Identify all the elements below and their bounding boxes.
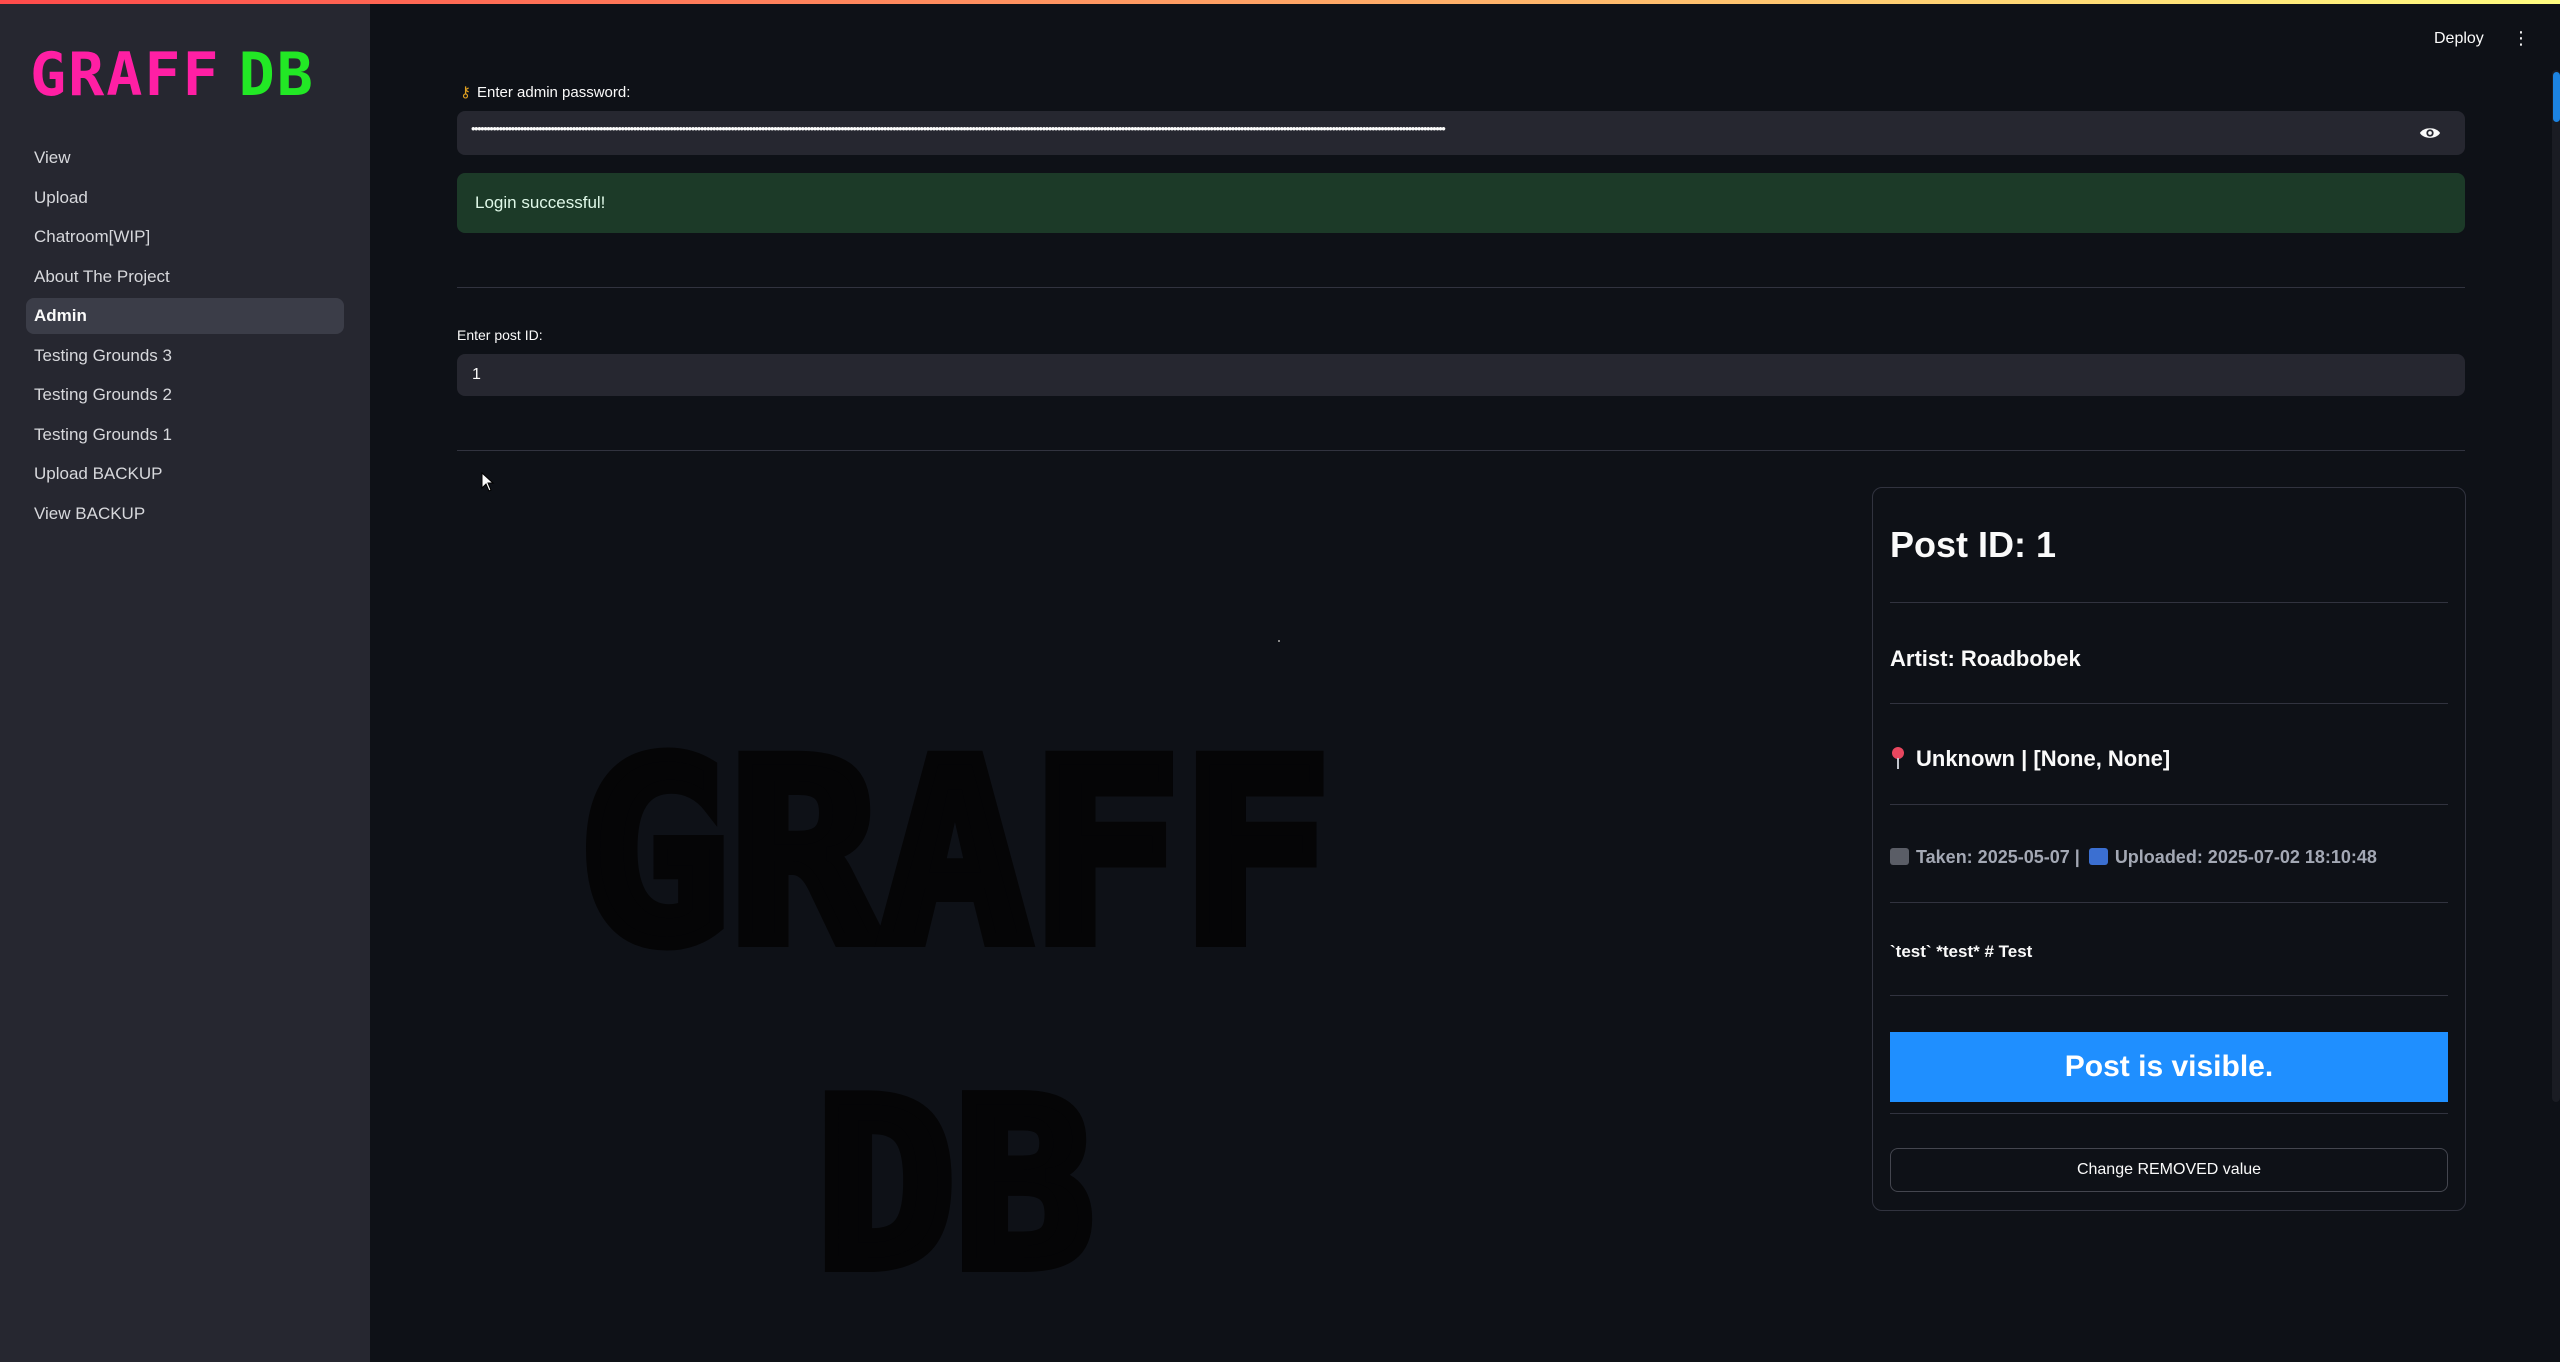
divider (1890, 995, 2448, 996)
post-description: `test` *test* # Test (1890, 942, 2033, 961)
divider (1890, 902, 2448, 903)
divider (1890, 602, 2448, 603)
sidebar-item-testing-grounds-2[interactable]: Testing Grounds 2 (26, 377, 344, 413)
divider (457, 287, 2465, 288)
post-taken-date: Taken: 2025-05-07 | (1916, 847, 2080, 867)
sidebar-item-upload[interactable]: Upload (26, 180, 344, 216)
sidebar-item-about[interactable]: About The Project (26, 259, 344, 295)
sidebar-item-admin[interactable]: Admin (26, 298, 344, 334)
password-value: ••••••••••••••••••••••••••••••••••••••••… (471, 121, 1446, 136)
post-image: GRAFF DB (572, 701, 1339, 1280)
sidebar-item-chatroom[interactable]: Chatroom[WIP] (26, 219, 344, 255)
sidebar-nav: View Upload Chatroom[WIP] About The Proj… (26, 140, 344, 535)
mouse-cursor-icon (481, 472, 495, 492)
post-id-label: Enter post ID: (457, 327, 543, 343)
kebab-menu-icon[interactable]: ⋮ (2512, 29, 2530, 49)
post-image-text-line2: DB (817, 1053, 1094, 1280)
logo-part-graff: GRAFF (30, 40, 221, 110)
password-label-text: Enter admin password: (477, 84, 631, 101)
divider (457, 450, 2465, 451)
sidebar: GRAFF DB View Upload Chatroom[WIP] About … (0, 4, 370, 1362)
change-removed-value-button[interactable]: Change REMOVED value (1890, 1148, 2448, 1192)
logo-part-db: DB (238, 40, 315, 110)
post-location: Unknown | [None, None] (1890, 746, 2170, 772)
password-input[interactable]: ••••••••••••••••••••••••••••••••••••••••… (457, 111, 2465, 155)
scrollbar[interactable] (2552, 70, 2560, 1102)
sidebar-item-testing-grounds-3[interactable]: Testing Grounds 3 (26, 338, 344, 374)
app-logo: GRAFF DB (30, 44, 315, 106)
password-label: ⚷ Enter admin password: (460, 83, 630, 101)
post-uploaded-date: Uploaded: 2025-07-02 18:10:48 (2114, 847, 2377, 867)
sidebar-item-view[interactable]: View (26, 140, 344, 176)
sidebar-item-testing-grounds-1[interactable]: Testing Grounds 1 (26, 417, 344, 453)
post-image-text-line1: GRAFF (579, 708, 1332, 999)
sidebar-item-upload-backup[interactable]: Upload BACKUP (26, 456, 344, 492)
post-visible-status-banner: Post is visible. (1890, 1032, 2448, 1102)
post-id-value: 1 (472, 366, 481, 383)
deploy-button[interactable]: Deploy (2434, 30, 2484, 48)
post-artist: Artist: Roadbobek (1890, 646, 2081, 671)
post-details-card: Post ID: 1 Artist: Roadbobek Unknown | [… (1872, 487, 2466, 1211)
post-id-input[interactable]: 1 (457, 354, 2465, 396)
post-dates: Taken: 2025-05-07 | Uploaded: 2025-07-02… (1890, 847, 2377, 868)
post-title: Post ID: 1 (1890, 524, 2057, 565)
divider (1890, 703, 2448, 704)
success-alert: Login successful! (457, 173, 2465, 233)
divider (1890, 1113, 2448, 1114)
divider (1890, 804, 2448, 805)
success-message: Login successful! (475, 193, 606, 212)
image-speck (1278, 640, 1280, 642)
sidebar-item-view-backup[interactable]: View BACKUP (26, 496, 344, 532)
scrollbar-thumb[interactable] (2553, 72, 2560, 122)
upload-arrow-icon (2088, 848, 2108, 865)
post-location-text: Unknown | [None, None] (1916, 746, 2171, 771)
top-decoration-line (0, 0, 2560, 4)
pushpin-icon (1892, 747, 1904, 769)
camera-icon (1890, 848, 1909, 865)
eye-icon[interactable] (2419, 122, 2441, 144)
key-icon: ⚷ (460, 84, 471, 101)
